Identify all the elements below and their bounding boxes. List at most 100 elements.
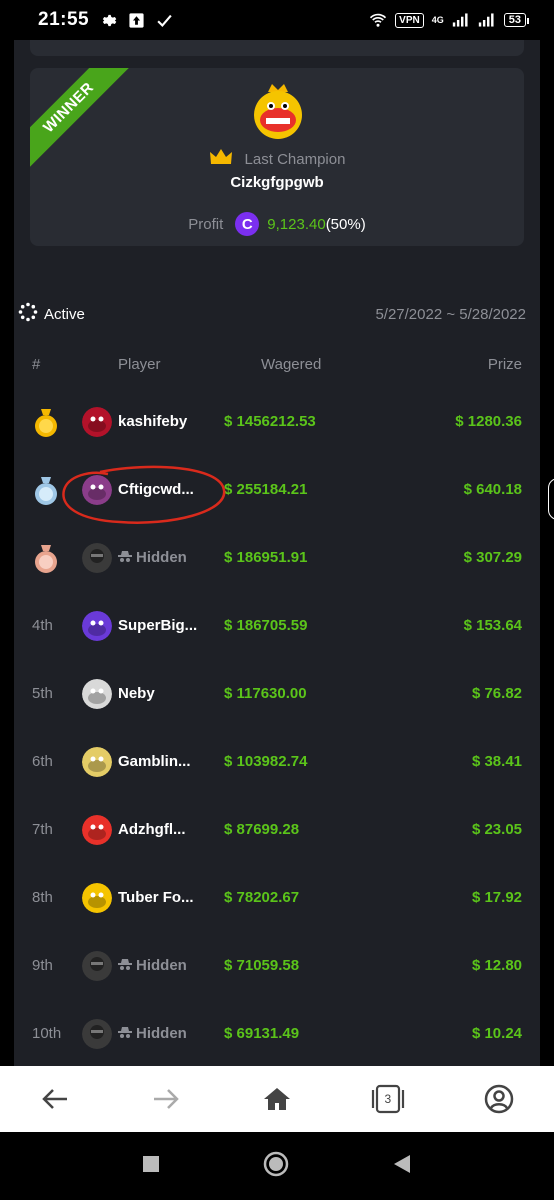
prize-amount: $ 153.64 <box>463 617 522 634</box>
table-row[interactable]: 8th Tuber Fo... $ 78202.67 $ 17.92 <box>14 864 540 932</box>
side-scroll-handle[interactable] <box>548 478 554 520</box>
prize-amount: $ 76.82 <box>471 685 522 702</box>
tabs-button[interactable]: 3 <box>368 1079 408 1119</box>
account-icon <box>484 1084 513 1114</box>
status-time: 21:55 <box>38 9 90 30</box>
account-button[interactable] <box>479 1079 519 1119</box>
player-name-text: Hidden <box>136 549 187 566</box>
contest-date-range: 5/27/2022 ~ 5/28/2022 <box>375 305 526 323</box>
prize-amount: $ 307.29 <box>463 549 522 566</box>
bronze-medal-icon <box>32 544 60 574</box>
rank-label: 6th <box>32 753 53 770</box>
prize-amount: $ 23.05 <box>471 821 522 838</box>
check-icon <box>155 11 173 29</box>
wagered-amount: $ 103982.74 <box>224 753 308 770</box>
signal-icon-2 <box>478 11 496 29</box>
wagered-amount: $ 78202.67 <box>224 889 300 906</box>
player-name: Adzhgfl... <box>118 796 186 864</box>
player-name-text: Gamblin... <box>118 753 191 770</box>
player-avatar <box>82 747 112 777</box>
table-row[interactable]: kashifeby $ 1456212.53 $ 1280.36 <box>14 388 540 456</box>
home-system-button[interactable] <box>263 1151 289 1182</box>
circle-home-icon <box>263 1151 289 1176</box>
rank-label: 9th <box>32 957 53 974</box>
prize-amount: $ 38.41 <box>471 753 522 770</box>
recents-button[interactable] <box>142 1155 160 1178</box>
profit-percent: (50%) <box>325 215 366 233</box>
wagered-amount: $ 186951.91 <box>224 549 308 566</box>
tab-count: 3 <box>384 1092 392 1106</box>
last-champion-label: Last Champion <box>244 151 346 168</box>
header-player: Player <box>118 356 161 373</box>
player-avatar <box>82 407 112 437</box>
player-avatar <box>82 883 112 913</box>
player-name: Hidden <box>118 1000 187 1066</box>
table-row[interactable]: 9th Hidden $ 71059.58 $ 12.80 <box>14 932 540 1000</box>
wagered-amount: $ 1456212.53 <box>224 413 316 430</box>
player-name: Neby <box>118 660 155 728</box>
system-nav-bar <box>0 1132 554 1200</box>
champion-avatar <box>252 82 304 140</box>
player-name-text: Hidden <box>136 1025 187 1042</box>
wagered-amount: $ 69131.49 <box>224 1025 300 1042</box>
header-wagered: Wagered <box>261 356 322 373</box>
prize-amount: $ 640.18 <box>463 481 522 498</box>
gold-medal-icon <box>32 408 60 438</box>
contest-status: Active <box>44 305 85 323</box>
player-name-text: Hidden <box>136 957 187 974</box>
player-name-text: kashifeby <box>118 413 188 430</box>
prize-amount: $ 12.80 <box>471 957 522 974</box>
champion-profit: Profit C 9,123.40 (50%) <box>30 212 524 236</box>
prize-amount: $ 1280.36 <box>455 413 522 430</box>
square-icon <box>142 1155 159 1172</box>
player-avatar <box>82 679 112 709</box>
wifi-icon <box>369 11 387 29</box>
player-name: Hidden <box>118 932 187 1000</box>
player-name: kashifeby <box>118 388 187 456</box>
incognito-icon <box>118 1025 136 1042</box>
network-type: 4G <box>431 15 444 25</box>
forward-button[interactable] <box>146 1079 186 1119</box>
table-row[interactable]: 5th Neby $ 117630.00 $ 76.82 <box>14 660 540 728</box>
player-avatar <box>82 815 112 845</box>
table-row[interactable]: 10th Hidden $ 69131.49 $ 10.24 <box>14 1000 540 1066</box>
rank-label: 4th <box>32 617 53 634</box>
home-icon <box>263 1088 290 1110</box>
profit-label: Profit <box>188 215 224 233</box>
header-rank: # <box>32 356 41 373</box>
prize-amount: $ 17.92 <box>471 889 522 906</box>
champion-name: Cizkgfgpgwb <box>230 174 324 191</box>
table-row[interactable]: 6th Gamblin... $ 103982.74 $ 38.41 <box>14 728 540 796</box>
upload-icon <box>127 11 145 29</box>
champion-card: WINNER Last Champion Cizkgfgpgwb Profit … <box>30 68 524 246</box>
table-row[interactable]: 7th Adzhgfl... $ 87699.28 $ 23.05 <box>14 796 540 864</box>
table-row[interactable]: 4th SuperBig... $ 186705.59 $ 153.64 <box>14 592 540 660</box>
header-prize: Prize <box>487 356 522 373</box>
rank-label: 8th <box>32 889 53 906</box>
back-button[interactable] <box>35 1079 75 1119</box>
wagered-amount: $ 71059.58 <box>224 957 300 974</box>
player-avatar <box>82 611 112 641</box>
battery-indicator: 53 <box>503 13 530 27</box>
coin-icon: C <box>235 212 260 236</box>
browser-toolbar: 3 <box>0 1066 554 1132</box>
wagered-amount: $ 117630.00 <box>224 685 307 702</box>
system-back-button[interactable] <box>392 1154 412 1179</box>
player-name: SuperBig... <box>118 592 197 660</box>
wagered-amount: $ 87699.28 <box>224 821 300 838</box>
gear-icon <box>99 11 117 29</box>
vpn-badge: VPN <box>395 12 424 28</box>
crown-icon <box>209 148 233 171</box>
hidden-avatar <box>82 951 112 981</box>
player-name-text: SuperBig... <box>118 617 198 634</box>
player-name: Tuber Fo... <box>118 864 194 932</box>
rank-label: 5th <box>32 685 53 702</box>
player-name-text: Adzhgfl... <box>118 821 186 838</box>
hidden-avatar <box>82 1019 112 1049</box>
prize-amount: $ 10.24 <box>471 1025 522 1042</box>
signal-icon <box>452 11 470 29</box>
home-button[interactable] <box>257 1079 297 1119</box>
leaderboard-page: WINNER Last Champion Cizkgfgpgwb Profit … <box>14 40 540 1066</box>
player-name-text: Tuber Fo... <box>118 889 194 906</box>
arrow-right-icon <box>154 1089 179 1109</box>
